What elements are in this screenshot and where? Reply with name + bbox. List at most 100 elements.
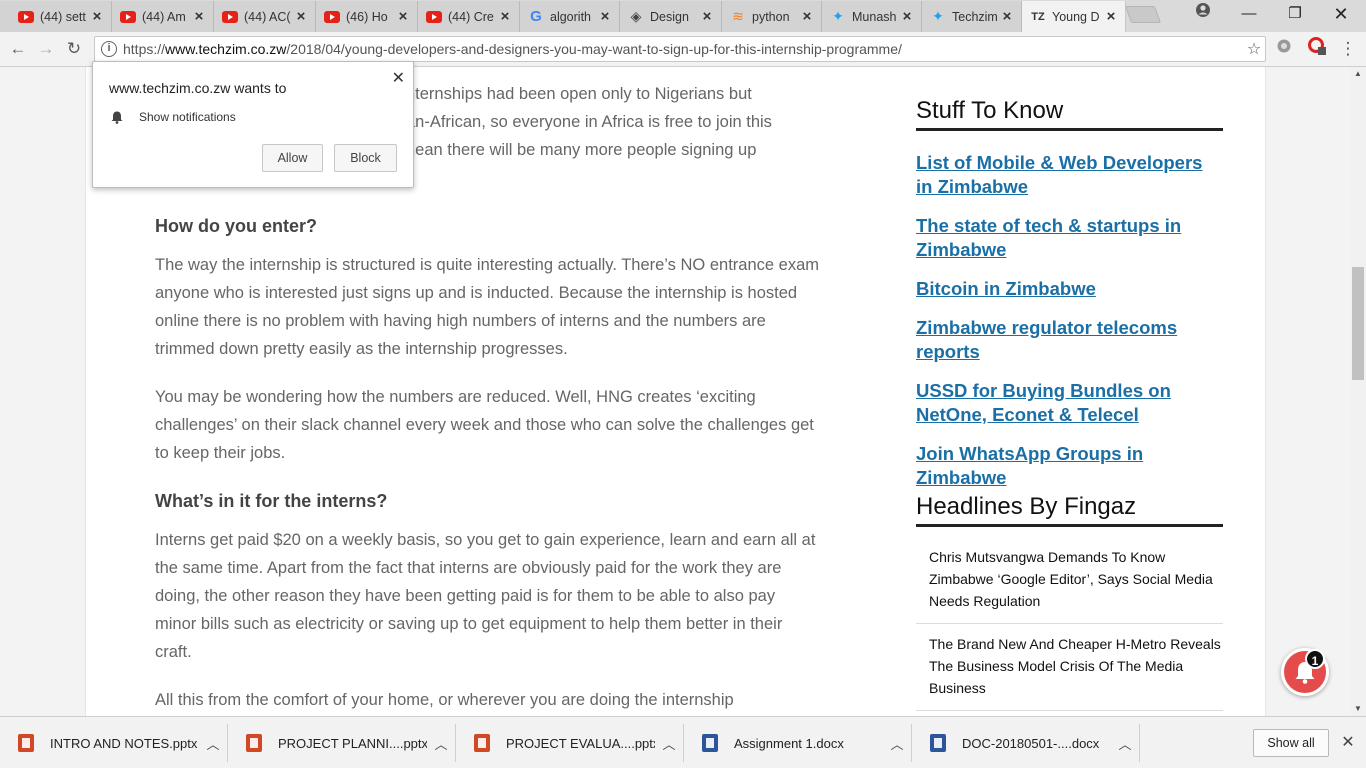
youtube-icon xyxy=(222,9,238,25)
minimize-icon[interactable]: — xyxy=(1226,0,1272,28)
scroll-up-icon[interactable]: ▲ xyxy=(1350,67,1366,81)
download-item[interactable]: Assignment 1.docx ︿ xyxy=(684,724,912,762)
address-bar[interactable]: i https://www.techzim.co.zw/2018/04/youn… xyxy=(94,36,1266,62)
tab-title: (46) Ho xyxy=(346,9,388,24)
browser-tab[interactable]: ≋ python × xyxy=(722,1,822,32)
url-text[interactable]: https://www.techzim.co.zw/2018/04/young-… xyxy=(123,41,1243,57)
youtube-icon xyxy=(120,9,136,25)
article-paragraph: You may be wondering how the numbers are… xyxy=(155,388,814,462)
notification-count-badge: 1 xyxy=(1305,649,1325,669)
tab-close-icon[interactable]: × xyxy=(1103,8,1119,25)
close-icon[interactable]: ✕ xyxy=(1338,729,1358,757)
show-all-button[interactable]: Show all xyxy=(1253,729,1329,757)
download-filename: INTRO AND NOTES.pptx xyxy=(50,735,198,751)
article-partial-line: nternships had been open only to Nigeria… xyxy=(406,85,752,103)
article-paragraph: The way the internship is structured is … xyxy=(155,256,819,358)
new-tab-button[interactable] xyxy=(1124,6,1162,23)
article-paragraph: Interns get paid $20 on a weekly basis, … xyxy=(155,531,816,661)
reload-icon[interactable]: ↻ xyxy=(62,37,86,61)
download-item[interactable]: DOC-20180501-....docx ︿ xyxy=(912,724,1140,762)
sidebar-link[interactable]: List of Mobile & Web Developers in Zimba… xyxy=(916,151,1223,199)
browser-tab[interactable]: (44) Cre × xyxy=(418,1,520,32)
tab-close-icon[interactable]: × xyxy=(799,8,815,25)
sidebar-link[interactable]: Bitcoin in Zimbabwe xyxy=(916,277,1223,301)
sidebar-link[interactable]: USSD for Buying Bundles on NetOne, Econe… xyxy=(916,379,1223,427)
sidebar-link[interactable]: Zimbabwe regulator telecoms reports xyxy=(916,316,1223,364)
tab-close-icon[interactable]: × xyxy=(899,8,915,25)
browser-tab[interactable]: ✦ Techzim × xyxy=(922,1,1022,32)
tab-close-icon[interactable]: × xyxy=(89,8,105,25)
headline-item[interactable]: Chris Mutsvangwa Demands To Know Zimbabw… xyxy=(916,546,1223,624)
scroll-down-icon[interactable]: ▼ xyxy=(1350,702,1366,716)
tab-title: (44) Cre xyxy=(448,9,494,24)
article-partial-line: nean there will be many more people sign… xyxy=(406,141,757,159)
window-close-icon[interactable]: ✕ xyxy=(1318,0,1364,28)
twitter-icon: ✦ xyxy=(832,8,844,24)
popup-title: www.techzim.co.zw wants to xyxy=(109,80,287,96)
powerpoint-file-icon xyxy=(246,734,262,752)
tab-close-icon[interactable]: × xyxy=(497,8,513,25)
article-partial-line: an-African, so everyone in Africa is fre… xyxy=(406,113,772,131)
browser-tab-active[interactable]: TZ Young D × xyxy=(1022,1,1126,32)
browser-tab[interactable]: ◈ Design × xyxy=(620,1,722,32)
page-gutter-left xyxy=(0,67,86,716)
browser-tab[interactable]: ✦ Munash × xyxy=(822,1,922,32)
close-icon[interactable]: ✕ xyxy=(392,68,405,88)
tab-title: (44) Am xyxy=(142,9,186,24)
sidebar-heading: Stuff To Know xyxy=(916,97,1223,131)
youtube-icon xyxy=(426,9,442,25)
profile-icon[interactable] xyxy=(1180,0,1226,28)
tab-close-icon[interactable]: × xyxy=(999,8,1015,25)
chevron-up-icon[interactable]: ︿ xyxy=(883,734,911,753)
sidebar-heading: Headlines By Fingaz xyxy=(916,493,1223,527)
opera-extension-icon[interactable] xyxy=(1305,37,1329,61)
powerpoint-file-icon xyxy=(18,734,34,752)
download-filename: PROJECT EVALUA....pptx xyxy=(506,735,655,751)
browser-tab[interactable]: (44) AC( × xyxy=(214,1,316,32)
browser-tab[interactable]: (46) Ho × xyxy=(316,1,418,32)
word-file-icon xyxy=(930,734,946,752)
tab-close-icon[interactable]: × xyxy=(395,8,411,25)
tab-title: (44) AC( xyxy=(244,9,291,24)
forward-icon[interactable]: → xyxy=(34,37,58,61)
download-filename: PROJECT PLANNI....pptx xyxy=(278,735,427,751)
tab-title: python xyxy=(752,9,790,24)
word-file-icon xyxy=(702,734,718,752)
tab-close-icon[interactable]: × xyxy=(597,8,613,25)
extension-icon[interactable] xyxy=(1272,37,1296,61)
twitter-icon: ✦ xyxy=(932,8,944,24)
headline-item[interactable]: The Brand New And Cheaper H-Metro Reveal… xyxy=(916,633,1223,711)
info-icon[interactable]: i xyxy=(101,41,117,57)
sidebar-link[interactable]: The state of tech & startups in Zimbabwe xyxy=(916,214,1223,262)
chevron-up-icon[interactable]: ︿ xyxy=(655,734,683,753)
download-filename: Assignment 1.docx xyxy=(734,735,844,751)
tab-close-icon[interactable]: × xyxy=(699,8,715,25)
download-item[interactable]: PROJECT PLANNI....pptx ︿ xyxy=(228,724,456,762)
tab-close-icon[interactable]: × xyxy=(293,8,309,25)
tab-title: Design xyxy=(650,9,689,24)
google-icon: G xyxy=(530,8,542,25)
allow-button[interactable]: Allow xyxy=(262,144,323,172)
download-item[interactable]: INTRO AND NOTES.pptx ︿ xyxy=(0,724,228,762)
scrollbar-thumb[interactable] xyxy=(1352,267,1364,380)
browser-tab[interactable]: (44) Am × xyxy=(112,1,214,32)
stackoverflow-icon: ≋ xyxy=(732,8,744,24)
chevron-up-icon[interactable]: ︿ xyxy=(199,734,227,753)
browser-tab[interactable]: G algorith × xyxy=(520,1,620,32)
tab-strip: (44) sett × (44) Am × (44) AC( × (46) Ho… xyxy=(0,0,1366,32)
scrollbar[interactable]: ▲ ▼ xyxy=(1350,67,1366,716)
chevron-up-icon[interactable]: ︿ xyxy=(427,734,455,753)
permission-text: Show notifications xyxy=(139,110,236,124)
download-item[interactable]: PROJECT EVALUA....pptx ︿ xyxy=(456,724,684,762)
bookmark-star-icon[interactable]: ☆ xyxy=(1243,39,1265,59)
article-paragraph: All this from the comfort of your home, … xyxy=(155,691,734,709)
block-button[interactable]: Block xyxy=(334,144,397,172)
chevron-up-icon[interactable]: ︿ xyxy=(1111,734,1139,753)
back-icon[interactable]: ← xyxy=(6,37,30,61)
tab-close-icon[interactable]: × xyxy=(191,8,207,25)
maximize-icon[interactable]: ❐ xyxy=(1272,0,1318,28)
sidebar-link[interactable]: Join WhatsApp Groups in Zimbabwe xyxy=(916,442,1223,490)
menu-icon[interactable]: ⋮ xyxy=(1336,37,1360,61)
page-gutter-right xyxy=(1265,67,1350,716)
browser-tab[interactable]: (44) sett × xyxy=(0,1,112,32)
